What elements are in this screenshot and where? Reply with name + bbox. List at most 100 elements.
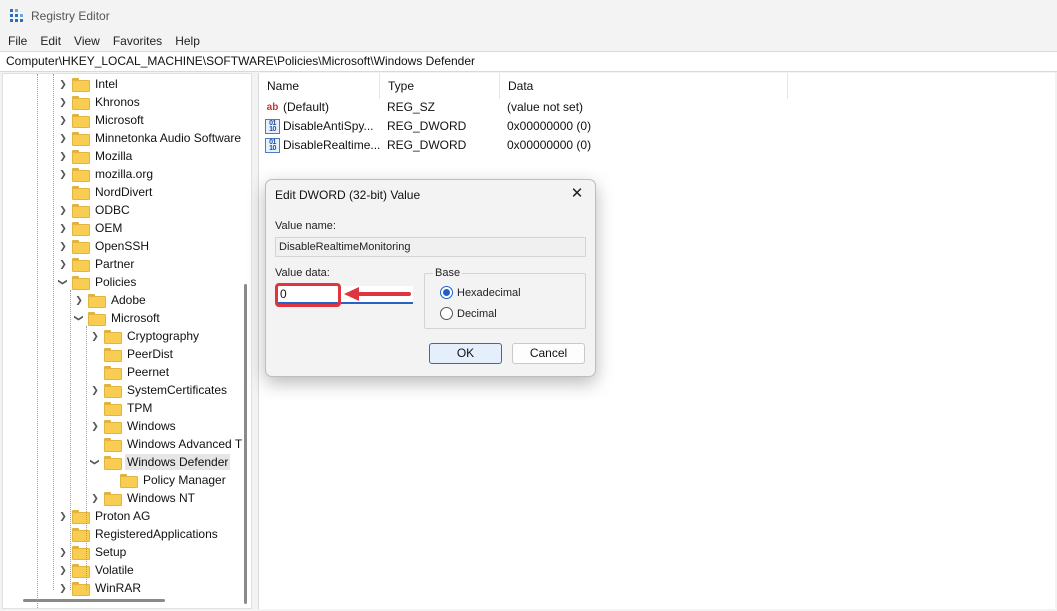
tree-item[interactable]: ❯ Setup [58,543,128,561]
expand-chevron-icon[interactable]: ❯ [58,219,68,237]
tree-item[interactable]: ❯ Windows NT [90,489,197,507]
tree-connector [90,399,100,417]
radio-selected-icon[interactable] [440,286,453,299]
tree-item[interactable]: ❯ Microsoft [58,111,146,129]
tree-vertical-scrollbar[interactable] [244,284,247,604]
value-data-label: Value data: [275,267,330,279]
tree-item-label: Cryptography [127,329,200,343]
column-header-name[interactable]: Name [259,73,380,99]
expand-chevron-icon[interactable]: ❯ [58,129,68,147]
collapse-chevron-icon[interactable]: ❯ [86,457,104,467]
tree-connector [58,525,68,543]
expand-chevron-icon[interactable]: ❯ [58,561,68,579]
menu-edit[interactable]: Edit [35,31,66,51]
folder-icon [72,258,90,272]
tree-item-label: Windows Advanced T [127,437,243,451]
registry-editor-icon [9,8,24,23]
tree-item[interactable]: ❯ Proton AG [58,507,152,525]
tree-item[interactable]: ❯ SystemCertificates [90,381,229,399]
expand-chevron-icon[interactable]: ❯ [58,201,68,219]
tree-horizontal-scrollbar[interactable] [23,599,165,602]
cancel-button[interactable]: Cancel [512,343,585,364]
expand-chevron-icon[interactable]: ❯ [58,543,68,561]
tree-item[interactable]: ❯ Adobe [74,291,148,309]
key-tree-pane[interactable]: ❯ Intel ❯ Khronos ❯ Microsoft ❯ Minnetonka Audi… [2,73,252,609]
folder-icon [72,114,90,128]
expand-chevron-icon[interactable]: ❯ [58,507,68,525]
tree-item[interactable]: Windows Advanced T [90,435,244,453]
hexadecimal-radio-option[interactable]: Hexadecimal [440,286,521,299]
menu-favorites[interactable]: Favorites [108,31,167,51]
value-row[interactable]: 01 10 DisableAntiSpy... REG_DWORD 0x0000000… [259,117,799,136]
tree-item[interactable]: ❯ Partner [58,255,136,273]
address-bar[interactable]: Computer\HKEY_LOCAL_MACHINE\SOFTWARE\Pol… [0,51,1057,72]
folder-icon [104,456,122,470]
value-type: REG_SZ [387,100,436,114]
window-title: Registry Editor [31,9,110,23]
tree-item[interactable]: ❯ Windows [90,417,178,435]
tree-item-label: Windows [127,419,176,433]
tree-item[interactable]: ❯ OEM [58,219,124,237]
tree-item-label: Peernet [127,365,170,379]
tree-item[interactable]: ❯ Minnetonka Audio Software [58,129,243,147]
column-header-type[interactable]: Type [380,73,500,99]
tree-item[interactable]: ❯ Intel [58,75,120,93]
decimal-label: Decimal [457,307,497,320]
tree-item-label: NordDivert [95,185,153,199]
expand-chevron-icon[interactable]: ❯ [58,165,68,183]
tree-connector [90,345,100,363]
tree-item[interactable]: TPM [90,399,154,417]
folder-icon [104,402,122,416]
tree-item[interactable]: ❯ Microsoft [74,309,162,327]
value-name-field: DisableRealtimeMonitoring [275,237,586,257]
menu-file[interactable]: File [3,31,32,51]
collapse-chevron-icon[interactable]: ❯ [70,313,88,323]
folder-icon [72,222,90,236]
tree-item[interactable]: ❯ mozilla.org [58,165,155,183]
tree-item[interactable]: NordDivert [58,183,154,201]
value-type: REG_DWORD [387,138,467,152]
value-row[interactable]: 01 10 DisableRealtime... REG_DWORD 0x000000… [259,136,799,155]
column-header-data[interactable]: Data [500,73,788,99]
expand-chevron-icon[interactable]: ❯ [58,147,68,165]
tree-item[interactable]: ❯ ODBC [58,201,132,219]
tree-item[interactable]: ❯ Windows Defender [90,453,231,471]
value-row[interactable]: ab (Default) REG_SZ (value not set) [259,98,799,117]
menu-help[interactable]: Help [170,31,205,51]
expand-chevron-icon[interactable]: ❯ [90,381,100,399]
value-name: DisableAntiSpy... [283,119,374,133]
dialog-title: Edit DWORD (32-bit) Value [275,188,421,202]
expand-chevron-icon[interactable]: ❯ [90,489,100,507]
expand-chevron-icon[interactable]: ❯ [58,75,68,93]
radio-unselected-icon[interactable] [440,307,453,320]
expand-chevron-icon[interactable]: ❯ [58,579,68,597]
close-icon[interactable]: ✕ [569,184,585,204]
value-data: (value not set) [507,100,584,114]
tree-item[interactable]: Peernet [90,363,171,381]
collapse-chevron-icon[interactable]: ❯ [54,277,72,287]
tree-item[interactable]: ❯ Policies [58,273,138,291]
tree-item[interactable]: ❯ Cryptography [90,327,201,345]
dword-value-icon: 01 10 [265,138,280,153]
expand-chevron-icon[interactable]: ❯ [58,237,68,255]
tree-item[interactable]: ❯ Mozilla [58,147,134,165]
expand-chevron-icon[interactable]: ❯ [90,417,100,435]
folder-icon [72,204,90,218]
tree-item[interactable]: RegisteredApplications [58,525,220,543]
expand-chevron-icon[interactable]: ❯ [58,255,68,273]
expand-chevron-icon[interactable]: ❯ [74,291,84,309]
tree-item[interactable]: ❯ Khronos [58,93,142,111]
expand-chevron-icon[interactable]: ❯ [90,327,100,345]
ok-button[interactable]: OK [429,343,502,364]
tree-item-label: Windows NT [127,491,196,505]
tree-item[interactable]: Policy Manager [106,471,228,489]
expand-chevron-icon[interactable]: ❯ [58,93,68,111]
tree-guide-line [86,326,87,590]
decimal-radio-option[interactable]: Decimal [440,307,497,320]
tree-item[interactable]: PeerDist [90,345,175,363]
expand-chevron-icon[interactable]: ❯ [58,111,68,129]
annotation-highlight-box [275,283,341,307]
tree-item[interactable]: ❯ OpenSSH [58,237,151,255]
menu-view[interactable]: View [69,31,105,51]
folder-icon [72,276,90,290]
